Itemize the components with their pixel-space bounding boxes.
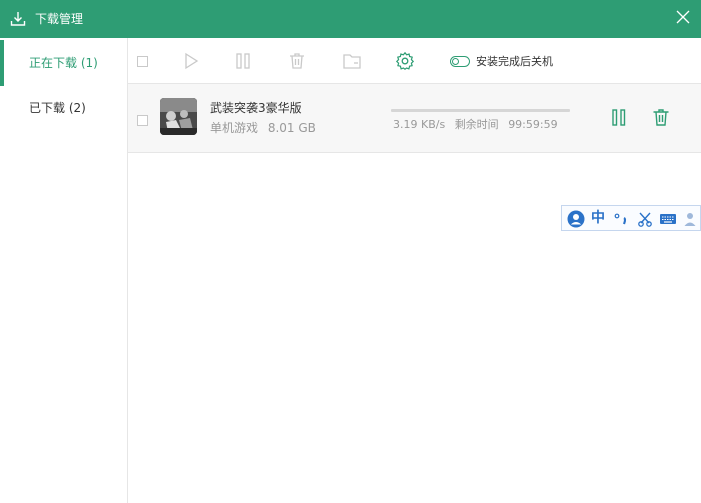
select-all-checkbox[interactable] [137, 56, 148, 67]
user-avatar-icon[interactable] [567, 210, 585, 228]
active-indicator [0, 40, 4, 86]
game-name: 武装突袭3豪华版 [210, 101, 302, 115]
row-pause-icon[interactable] [610, 108, 628, 128]
person-icon[interactable] [683, 210, 697, 228]
game-cover-icon [160, 98, 197, 135]
pause-icon[interactable] [233, 51, 253, 71]
trash-icon[interactable] [287, 51, 307, 71]
sidebar-item-downloading[interactable]: 正在下载 (1) [0, 40, 127, 86]
window-title: 下载管理 [35, 12, 84, 26]
game-category: 单机游戏 [210, 121, 259, 135]
progress-bar [391, 109, 570, 112]
game-thumbnail [160, 98, 197, 135]
download-status: 3.19 KB/s 剩余时间 99:59:59 [393, 118, 558, 132]
game-size: 8.01 GB [267, 121, 316, 135]
row-trash-icon[interactable] [651, 107, 671, 127]
shutdown-toggle-label: 安装完成后关机 [476, 55, 553, 68]
shutdown-toggle[interactable] [450, 56, 470, 67]
play-icon[interactable] [181, 51, 201, 71]
ime-lang-toggle[interactable]: 中 [591, 209, 605, 227]
keyboard-icon[interactable] [659, 210, 677, 228]
download-speed: 3.19 KB/s [393, 118, 446, 131]
folder-icon[interactable] [342, 51, 362, 71]
sidebar-item-label: 正在下载 (1) [29, 56, 98, 70]
ime-toolbar: 中 [561, 205, 701, 231]
title-bar: 下载管理 [0, 0, 701, 38]
sidebar-item-downloaded[interactable]: 已下载 (2) [0, 85, 127, 131]
sidebar: 正在下载 (1) 已下载 (2) [0, 38, 128, 503]
punctuation-icon[interactable] [613, 210, 629, 228]
download-icon [10, 12, 26, 26]
toggle-knob [452, 58, 459, 65]
remaining-time: 99:59:59 [508, 118, 558, 131]
remaining-label: 剩余时间 [454, 118, 499, 131]
scissors-icon[interactable] [637, 210, 653, 228]
close-icon[interactable] [674, 8, 692, 26]
download-row: 武装突袭3豪华版 单机游戏 8.01 GB 3.19 KB/s 剩余时间 99:… [128, 84, 701, 153]
toolbar: 安装完成后关机 [128, 38, 701, 84]
gear-icon[interactable] [395, 51, 415, 71]
game-meta: 单机游戏 8.01 GB [210, 120, 316, 136]
sidebar-item-label: 已下载 (2) [29, 101, 86, 115]
row-checkbox[interactable] [137, 115, 148, 126]
